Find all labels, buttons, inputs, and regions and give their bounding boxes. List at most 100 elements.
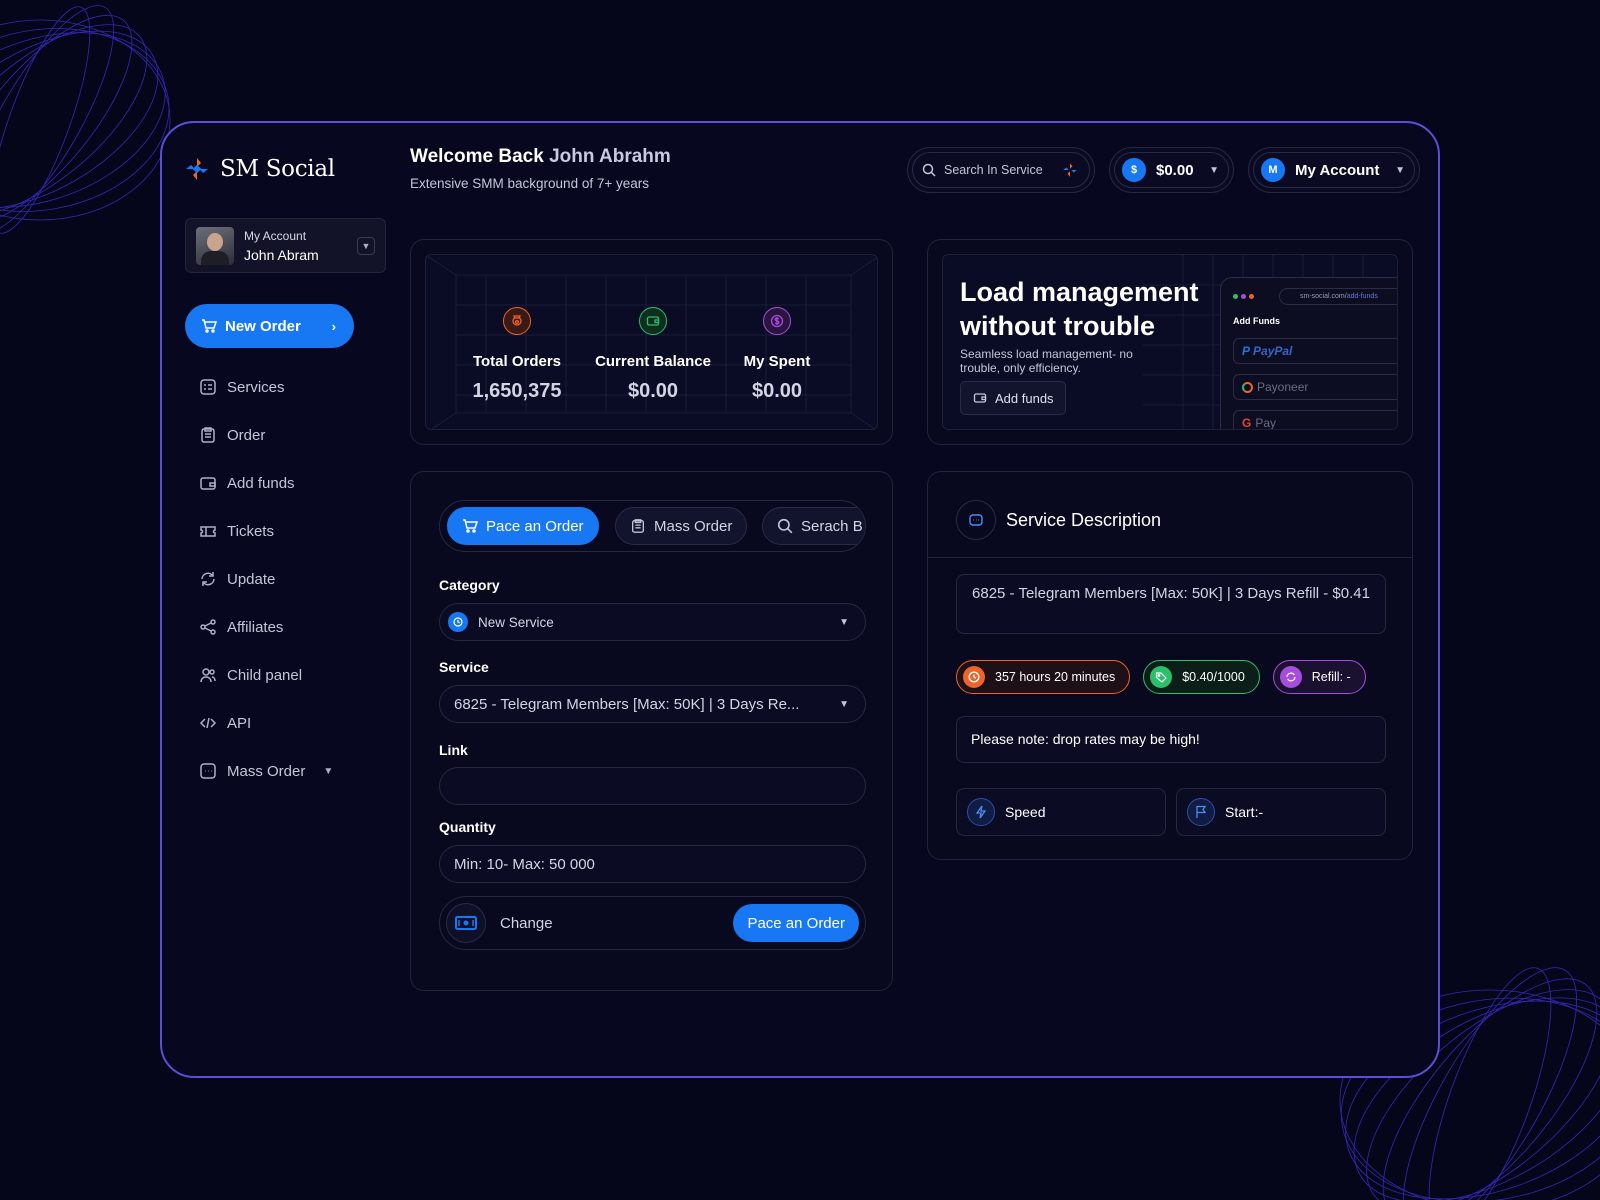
badge-label: Refill: - — [1311, 670, 1351, 684]
cart-icon — [202, 319, 217, 333]
sidebar-item-add-funds[interactable]: Add funds — [199, 459, 333, 507]
paypal-icon: P — [1242, 344, 1251, 358]
payoneer-icon — [1242, 381, 1253, 393]
provider-name: Pay — [1255, 416, 1277, 430]
tab-mass-order[interactable]: Mass Order — [615, 507, 748, 545]
service-note: Please note: drop rates may be high! — [956, 716, 1386, 763]
chevron-down-icon[interactable]: ▼ — [323, 766, 333, 777]
tab-search[interactable]: Serach B — [762, 507, 865, 545]
order-tabs: Pace an Order Mass Order Serach B — [439, 500, 866, 552]
sidebar-item-label: Add funds — [227, 474, 295, 492]
speed-info: Speed — [956, 788, 1166, 836]
clipboard-icon — [201, 427, 215, 443]
tab-label: Serach B — [801, 517, 863, 535]
sidebar-item-label: Services — [227, 378, 285, 396]
category-label: Category — [439, 577, 500, 593]
service-description-card: Service Description 6825 - Telegram Memb… — [927, 471, 1413, 860]
balance-dropdown[interactable]: $ $0.00 ▼ — [1109, 147, 1234, 193]
quantity-label: Quantity — [439, 819, 496, 835]
sidebar-account-card[interactable]: My Account John Abram ▼ — [185, 218, 386, 273]
tab-label: Mass Order — [654, 517, 733, 535]
stat-current-balance: Current Balance $0.00 — [588, 307, 718, 403]
lightning-icon — [967, 798, 995, 826]
preview-url-host: sm-social.com/ — [1300, 293, 1347, 300]
sidebar-item-order[interactable]: Order — [199, 411, 333, 459]
sidebar-nav: Services Order Add funds Tickets Update … — [199, 363, 333, 795]
stat-value: $0.00 — [751, 380, 803, 402]
google-icon: G — [1242, 416, 1252, 430]
welcome-prefix: Welcome Back — [410, 146, 544, 167]
preview-heading: Add Funds — [1233, 316, 1280, 326]
speed-label: Speed — [1005, 804, 1046, 820]
users-icon — [200, 668, 216, 683]
stats-card: Total Orders 1,650,375 Current Balance $… — [410, 239, 893, 445]
link-field[interactable] — [439, 767, 866, 805]
add-funds-button[interactable]: Add funds — [960, 381, 1066, 415]
dots-box-icon — [200, 763, 216, 779]
provider-row-paypal: P PayPal +2 — [1233, 338, 1397, 364]
sidebar-item-label: Child panel — [227, 666, 303, 684]
service-badges: 357 hours 20 minutes $0.40/1000 Refill: … — [956, 660, 1366, 694]
sidebar-item-label: API — [227, 714, 252, 732]
search-input[interactable]: Search In Service — [907, 147, 1095, 193]
wallet-icon — [973, 393, 987, 403]
provider-row-payoneer: Payoneer +6 — [1233, 374, 1397, 400]
tag-icon — [1150, 666, 1173, 688]
sidebar-item-label: Update — [227, 570, 276, 588]
account-name: John Abram — [244, 246, 319, 263]
avatar — [196, 226, 234, 265]
stat-label: My Spent — [743, 353, 811, 370]
services-icon — [200, 379, 216, 395]
brand-logo[interactable]: SM Social — [184, 156, 335, 182]
status-badge: $0.40/1000 — [1143, 660, 1260, 694]
cash-icon — [446, 903, 486, 943]
chat-icon — [956, 500, 996, 540]
status-badge: Refill: - — [1272, 660, 1366, 694]
ticket-icon — [200, 526, 216, 537]
sidebar-item-label: Order — [227, 426, 266, 444]
new-order-label: New Order — [225, 317, 301, 335]
place-order-button[interactable]: Pace an Order — [733, 904, 859, 942]
service-select[interactable]: 6825 - Telegram Members [Max: 50K] | 3 D… — [439, 685, 866, 723]
new-order-button[interactable]: New Order › — [185, 304, 354, 348]
order-submit-row: Change Pace an Order — [439, 896, 866, 950]
service-value: 6825 - Telegram Members [Max: 50K] | 3 D… — [454, 695, 800, 713]
category-value: New Service — [478, 614, 554, 630]
wallet-icon — [200, 477, 216, 490]
brand-name: SM Social — [220, 156, 335, 182]
sidebar-item-update[interactable]: Update — [199, 555, 333, 603]
add-funds-label: Add funds — [995, 390, 1054, 406]
stat-label: Total Orders — [472, 353, 562, 370]
share-icon — [200, 619, 216, 635]
stat-my-spent: My Spent $0.00 — [712, 307, 842, 403]
sidebar-item-affiliates[interactable]: Affiliates — [199, 603, 333, 651]
status-badge: 357 hours 20 minutes — [956, 660, 1131, 694]
tab-place-order[interactable]: Pace an Order — [447, 507, 599, 545]
account-label: My Account — [244, 228, 307, 243]
refresh-icon — [1279, 666, 1302, 688]
money-bag-icon — [503, 307, 531, 335]
refresh-icon — [201, 572, 215, 586]
clock-icon — [963, 666, 985, 688]
welcome-name: John Abrahm — [549, 146, 671, 167]
sidebar-item-mass-order[interactable]: Mass Order ▼ — [199, 747, 333, 795]
order-form-card: Pace an Order Mass Order Serach B Catego… — [410, 471, 893, 991]
sidebar-item-child-panel[interactable]: Child panel — [199, 651, 333, 699]
sidebar-item-tickets[interactable]: Tickets — [199, 507, 333, 555]
stat-value: $0.00 — [627, 380, 679, 402]
quantity-field[interactable]: Min: 10- Max: 50 000 — [439, 845, 866, 883]
link-label: Link — [439, 742, 468, 758]
start-label: Start:- — [1225, 804, 1264, 820]
chevron-down-icon[interactable]: ▼ — [357, 236, 375, 255]
clipboard-icon — [632, 519, 644, 533]
account-dropdown[interactable]: M My Account ▼ — [1248, 147, 1420, 193]
sidebar-item-label: Affiliates — [227, 618, 284, 636]
sidebar-item-label: Mass Order — [227, 762, 306, 780]
sidebar-item-label: Tickets — [227, 522, 274, 540]
change-label[interactable]: Change — [500, 915, 553, 932]
logo-mark-icon — [186, 158, 208, 180]
sidebar-item-api[interactable]: API — [199, 699, 333, 747]
sidebar-item-services[interactable]: Services — [199, 363, 333, 411]
service-label: Service — [439, 659, 489, 675]
category-select[interactable]: New Service ▼ — [439, 603, 866, 641]
